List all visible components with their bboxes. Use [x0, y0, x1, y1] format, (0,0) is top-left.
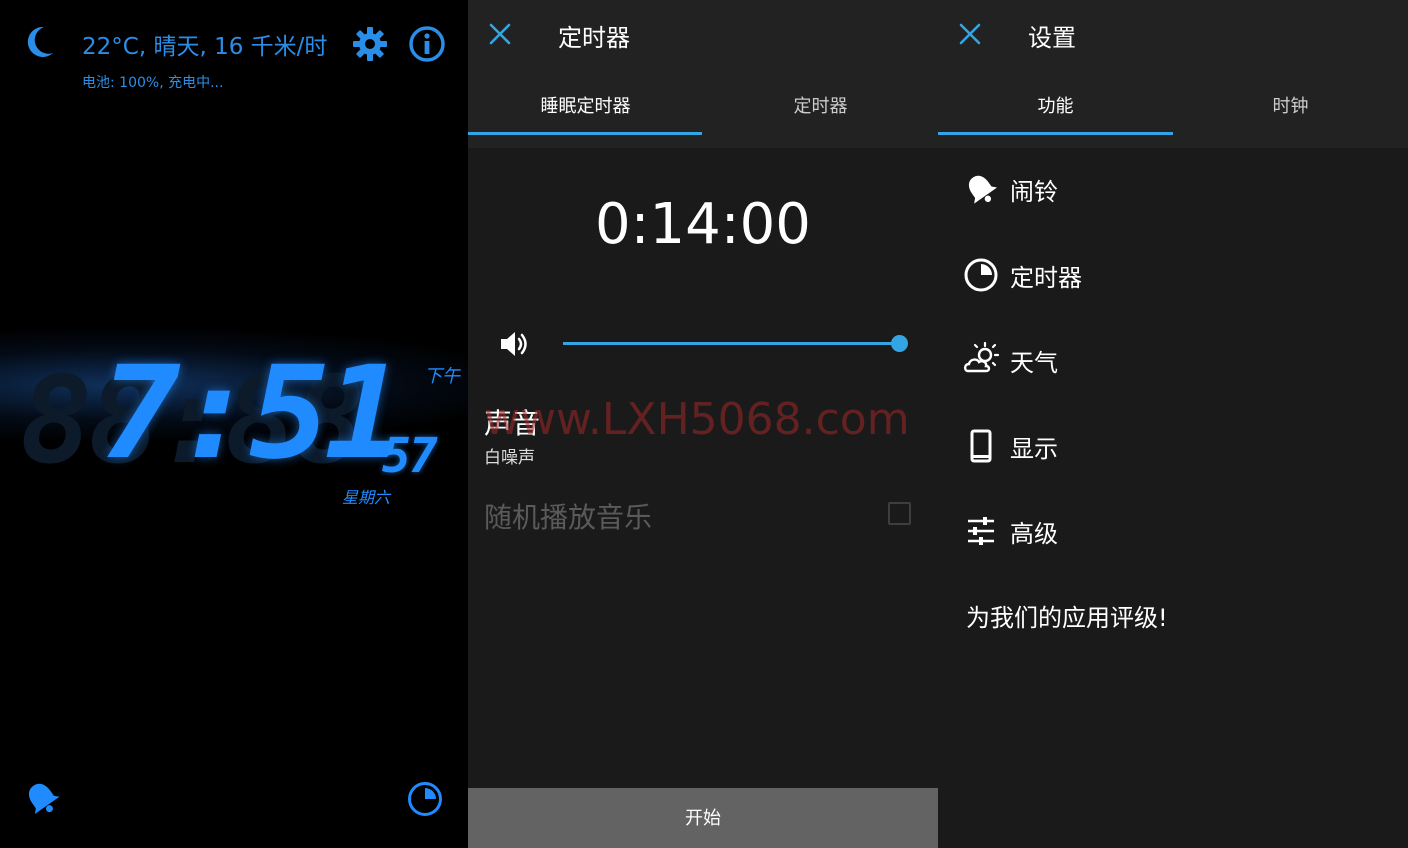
- shuffle-music-label: 随机播放音乐: [484, 501, 653, 534]
- settings-header: 设置 功能 时钟: [938, 0, 1408, 148]
- tab-clock[interactable]: 时钟: [1173, 92, 1408, 136]
- settings-item-alarm[interactable]: 闹铃: [938, 158, 1408, 218]
- phone-icon: [970, 429, 992, 463]
- clock-seconds: 57: [382, 428, 438, 484]
- clock-panel: 22°C, 晴天, 16 千米/时 电池: 100%, 充电中... 88:88…: [0, 0, 468, 848]
- page-title: 定时器: [558, 24, 630, 52]
- settings-item-label: 高级: [1010, 520, 1058, 548]
- sliders-icon: [968, 517, 994, 545]
- settings-panel: 设置 功能 时钟 闹铃 定时器 天气 显示 高级 为我们的应用评级!: [938, 0, 1408, 848]
- weather-summary[interactable]: 22°C, 晴天, 16 千米/时: [82, 27, 327, 61]
- watermark: www.LXH5068.com: [484, 394, 910, 445]
- battery-status: 电池: 100%, 充电中...: [82, 75, 224, 91]
- close-icon[interactable]: [956, 20, 984, 48]
- weather-icon: [963, 341, 1000, 373]
- tab-indicator: [938, 132, 1173, 135]
- settings-item-label: 天气: [1010, 349, 1058, 377]
- settings-item-label: 定时器: [1010, 264, 1082, 292]
- start-button[interactable]: 开始: [468, 788, 938, 848]
- timer-icon: [964, 258, 998, 292]
- settings-item-label: 显示: [1010, 435, 1058, 463]
- bell-icon[interactable]: [22, 778, 62, 818]
- settings-item-timer[interactable]: 定时器: [938, 244, 1408, 304]
- info-icon[interactable]: [408, 25, 446, 63]
- volume-slider-thumb[interactable]: [891, 335, 908, 352]
- clock-ampm: 下午: [424, 366, 460, 387]
- timer-header: 定时器 睡眠定时器 定时器: [468, 0, 938, 148]
- gear-icon[interactable]: [351, 25, 389, 63]
- settings-item-weather[interactable]: 天气: [938, 329, 1408, 389]
- close-icon[interactable]: [486, 20, 514, 48]
- moon-icon[interactable]: [22, 24, 56, 60]
- timer-icon[interactable]: [406, 780, 444, 818]
- settings-item-display[interactable]: 显示: [938, 415, 1408, 475]
- sound-setting-value: 白噪声: [484, 448, 535, 468]
- clock-weekday: 星期六: [342, 488, 391, 507]
- tab-timer[interactable]: 定时器: [703, 92, 938, 136]
- bell-icon: [968, 175, 998, 204]
- volume-icon[interactable]: [498, 328, 530, 360]
- clock-time: 7:51: [100, 339, 405, 488]
- rate-app-link[interactable]: 为我们的应用评级!: [966, 598, 1168, 633]
- settings-item-advanced[interactable]: 高级: [938, 500, 1408, 560]
- timer-panel: 定时器 睡眠定时器 定时器 0:14:00 声音 白噪声 www.LXH5068…: [468, 0, 938, 848]
- tab-sleep-timer[interactable]: 睡眠定时器: [468, 92, 703, 136]
- page-title: 设置: [1028, 24, 1076, 52]
- tab-indicator: [468, 132, 702, 135]
- countdown-display[interactable]: 0:14:00: [468, 192, 938, 257]
- tab-features[interactable]: 功能: [938, 92, 1173, 136]
- shuffle-music-checkbox[interactable]: [888, 502, 911, 525]
- settings-item-label: 闹铃: [1010, 178, 1058, 206]
- volume-slider-track[interactable]: [563, 342, 901, 345]
